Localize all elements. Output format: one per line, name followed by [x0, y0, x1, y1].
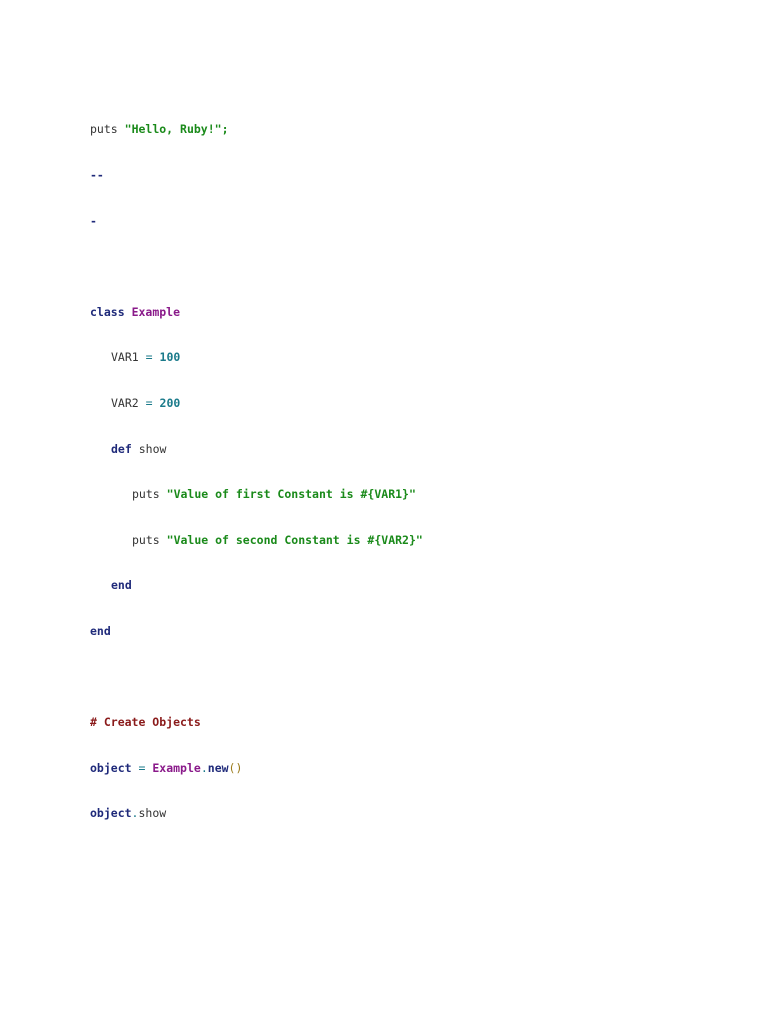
code-token-class-name: Example [131, 304, 181, 319]
code-token-keyword: puts [90, 122, 118, 137]
code-line-2: -- [90, 168, 423, 183]
code-token-dash: -- [90, 168, 104, 182]
code-line-11: end [90, 578, 423, 593]
code-token-comment: # Create Objects [90, 715, 201, 730]
code-line-8: def show [90, 442, 423, 457]
code-line-12: end [90, 624, 423, 639]
code-token-operator: = [138, 760, 146, 775]
code-line-3: - [90, 214, 423, 229]
code-line-7: VAR2 = 200 [90, 396, 423, 411]
code-token-keyword: puts [132, 532, 160, 547]
code-token-method-name: show [138, 441, 167, 456]
code-token-dash: - [90, 213, 97, 228]
code-token-parens: () [228, 760, 243, 775]
code-token-number: 100 [159, 350, 181, 365]
code-token-number: 200 [159, 395, 181, 410]
code-block: puts "Hello, Ruby!"; -- - class Example … [90, 92, 423, 852]
code-line-9: puts "Value of first Constant is #{VAR1}… [90, 487, 423, 502]
code-token-dot: . [200, 760, 208, 775]
code-token-keyword: def [111, 441, 132, 456]
code-token-keyword: end [90, 623, 111, 638]
document-page: puts "Hello, Ruby!"; -- - class Example … [0, 0, 768, 1024]
code-line-16: object.show [90, 806, 423, 821]
code-line-14: # Create Objects [90, 715, 423, 730]
code-token-string: "Hello, Ruby!"; [124, 122, 229, 137]
code-token-method-name: show [138, 806, 167, 821]
code-token-keyword: end [111, 578, 132, 593]
code-token-keyword: class [90, 304, 125, 319]
code-token-constant: VAR2 [111, 395, 139, 410]
code-token-string: "Value of second Constant is #{VAR2}" [166, 532, 423, 547]
code-token-string: "Value of first Constant is #{VAR1}" [166, 487, 416, 502]
code-line-15: object = Example.new() [90, 761, 423, 776]
code-line-6: VAR1 = 100 [90, 350, 423, 365]
code-token-variable: object [90, 760, 132, 775]
code-line-10: puts "Value of second Constant is #{VAR2… [90, 533, 423, 548]
code-token-operator: = [145, 350, 153, 365]
code-token-keyword: puts [132, 487, 160, 502]
code-line-1: puts "Hello, Ruby!"; [90, 122, 423, 137]
code-token-operator: = [145, 395, 153, 410]
code-token-variable: object [90, 806, 132, 821]
code-token-class-name: Example [152, 760, 201, 775]
code-line-5: class Example [90, 305, 423, 320]
code-token-method-name: new [207, 760, 229, 775]
code-token-constant: VAR1 [111, 350, 139, 365]
